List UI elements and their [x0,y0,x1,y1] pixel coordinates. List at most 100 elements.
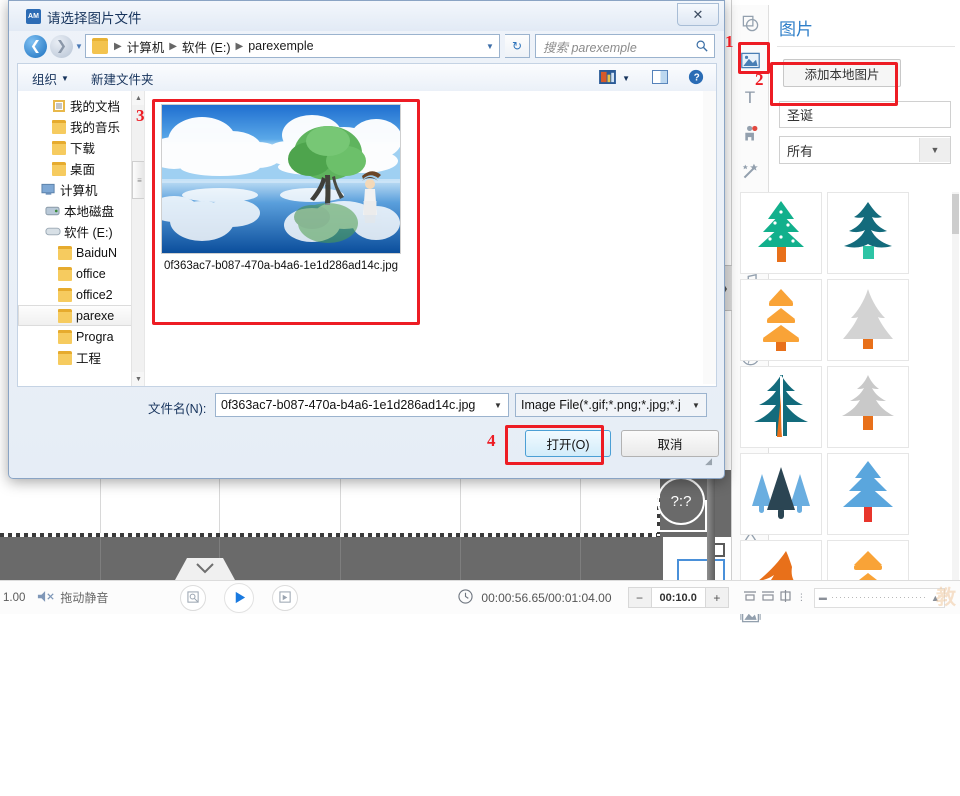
gallery-item[interactable] [740,366,822,448]
clock-icon [458,588,474,607]
address-bar[interactable]: ▶ 计算机 ▶ 软件 (E:) ▶ parexemple ▼ [85,34,500,58]
back-button[interactable]: ❮ [24,34,47,58]
organize-menu[interactable]: 组织 [32,69,57,88]
chevron-down-icon[interactable]: ▼ [686,401,706,410]
help-icon[interactable]: ? [688,69,704,88]
character-icon[interactable] [732,116,768,153]
folder-tree[interactable]: 我的文档 我的音乐 下载 桌面 计算机 本地磁盘 软件 (E:) BaiduN … [18,91,144,386]
align-b-icon[interactable] [761,590,775,605]
zoom-slider[interactable]: ▬ ▲ [813,587,945,608]
zoom-value: 1.00 [3,591,26,604]
preview-mini-window[interactable] [663,537,731,585]
new-folder-button[interactable]: 新建文件夹 [91,69,154,88]
cancel-button[interactable]: 取消 [621,430,719,457]
scroll-down-icon[interactable]: ▼ [132,372,144,386]
align-a-icon[interactable] [743,590,757,605]
add-local-image-button[interactable]: 添加本地图片 [783,59,901,87]
tree-item[interactable]: 软件 (E:) [18,221,144,242]
gallery-item[interactable] [740,540,822,580]
tree-item-label: 下载 [70,142,96,156]
tree-item[interactable]: 我的文档 [18,95,144,116]
breadcrumb-item[interactable]: 计算机 [125,37,167,56]
gallery-item[interactable] [740,453,822,535]
breadcrumb-separator: ▶ [169,40,177,52]
preview-pane-icon[interactable] [652,69,668,87]
gallery-item[interactable] [827,540,909,580]
file-item[interactable]: 0f363ac7-b087-470a-b4a6-1e1d286ad14c.jpg [161,104,401,273]
dialog-search-box[interactable]: 搜索 parexemple [535,34,715,58]
gallery-search-box[interactable] [779,101,960,128]
tree-item-selected[interactable]: parexe [18,305,144,326]
breadcrumb-item[interactable]: parexemple [246,39,315,53]
gallery-item[interactable] [740,279,822,361]
timeline-track[interactable] [0,537,731,580]
tree-item[interactable]: office [18,263,144,284]
file-thumbnail[interactable] [161,104,401,254]
tree-item[interactable]: 我的音乐 [18,116,144,137]
duration-stepper[interactable]: − 00:10.0 + [627,587,729,608]
shapes-icon[interactable] [732,5,768,42]
gallery-item[interactable] [827,366,909,448]
gallery-item[interactable] [827,453,909,535]
gallery-item[interactable] [827,279,909,361]
gallery-grid[interactable] [740,192,918,580]
snapshot-icon[interactable] [180,584,207,611]
align-d-icon[interactable]: ⋮ [797,592,806,603]
forward-button[interactable]: ❯ [50,34,73,58]
align-c-icon[interactable] [779,590,792,605]
history-dropdown-icon[interactable]: ▼ [73,42,85,51]
duration-minus-button[interactable]: − [628,588,652,607]
tree-item-label: 计算机 [60,184,98,198]
folder-icon [56,245,73,260]
tree-item[interactable]: 本地磁盘 [18,200,144,221]
chevron-down-icon[interactable]: ▼ [481,42,499,51]
duration-plus-button[interactable]: + [704,588,728,607]
scroll-up-icon[interactable]: ▲ [132,91,144,105]
chevron-down-icon[interactable] [175,554,235,580]
chevron-down-icon[interactable]: ▼ [919,138,950,162]
dialog-navigation-bar: ❮ ❯ ▼ ▶ 计算机 ▶ 软件 (E:) ▶ parexemple ▼ ↻ 搜… [17,31,715,61]
tree-item[interactable]: 计算机 [18,179,144,200]
gallery-item[interactable] [740,192,822,274]
effects-wand-icon[interactable] [732,153,768,190]
search-icon[interactable] [690,40,714,52]
tree-item[interactable]: BaiduN [18,242,144,263]
open-button[interactable]: 打开(O) [525,430,611,457]
dialog-titlebar: AM 请选择图片文件 ✕ [9,1,724,31]
filetype-select[interactable]: Image File(*.gif;*.png;*.jpg;*.j ▼ [515,393,707,417]
mute-icon[interactable] [37,590,55,606]
file-list[interactable]: 0f363ac7-b087-470a-b4a6-1e1d286ad14c.jpg [149,91,716,386]
filename-input[interactable]: 0f363ac7-b087-470a-b4a6-1e1d286ad14c.jpg… [215,393,509,417]
tree-item-label: 桌面 [70,163,96,177]
chevron-down-icon[interactable]: ▼ [622,74,630,83]
tree-item[interactable]: 工程 [18,347,144,368]
close-icon[interactable]: ✕ [677,3,719,26]
file-list-scrollbar[interactable] [703,91,716,384]
gallery-category-select[interactable]: 所有 ▼ [779,136,951,164]
gallery-search-input[interactable] [780,106,960,123]
resize-grip-icon[interactable]: ◢ [705,456,712,467]
selection-dashed-top [0,533,660,537]
view-mode-icon[interactable] [599,69,616,87]
scrollbar-thumb[interactable]: ≡ [132,161,144,199]
zoom-slider-track[interactable] [831,597,926,598]
refresh-icon[interactable]: ↻ [505,34,530,58]
tree-item[interactable]: office2 [18,284,144,305]
breadcrumb-item[interactable]: 软件 (E:) [180,37,233,56]
play-icon[interactable] [224,582,255,613]
drive-icon [44,226,61,237]
tree-item[interactable]: 桌面 [18,158,144,179]
gallery-item[interactable] [827,192,909,274]
tree-item[interactable]: 下载 [18,137,144,158]
gallery-scrollbar[interactable] [952,192,959,580]
tree-item[interactable]: Progra [18,326,144,347]
chevron-down-icon[interactable]: ▼ [61,74,69,83]
next-frame-icon[interactable] [272,584,299,611]
folder-icon [92,38,108,54]
tree-item-label: Progra [76,329,114,344]
timeline-ruler[interactable] [0,470,731,540]
chevron-down-icon[interactable]: ▼ [488,401,508,410]
zoom-out-icon[interactable]: ▬ [819,593,827,602]
tree-item-label: office [76,266,106,281]
tree-scrollbar[interactable]: ▲ ≡ ▼ [131,91,144,386]
